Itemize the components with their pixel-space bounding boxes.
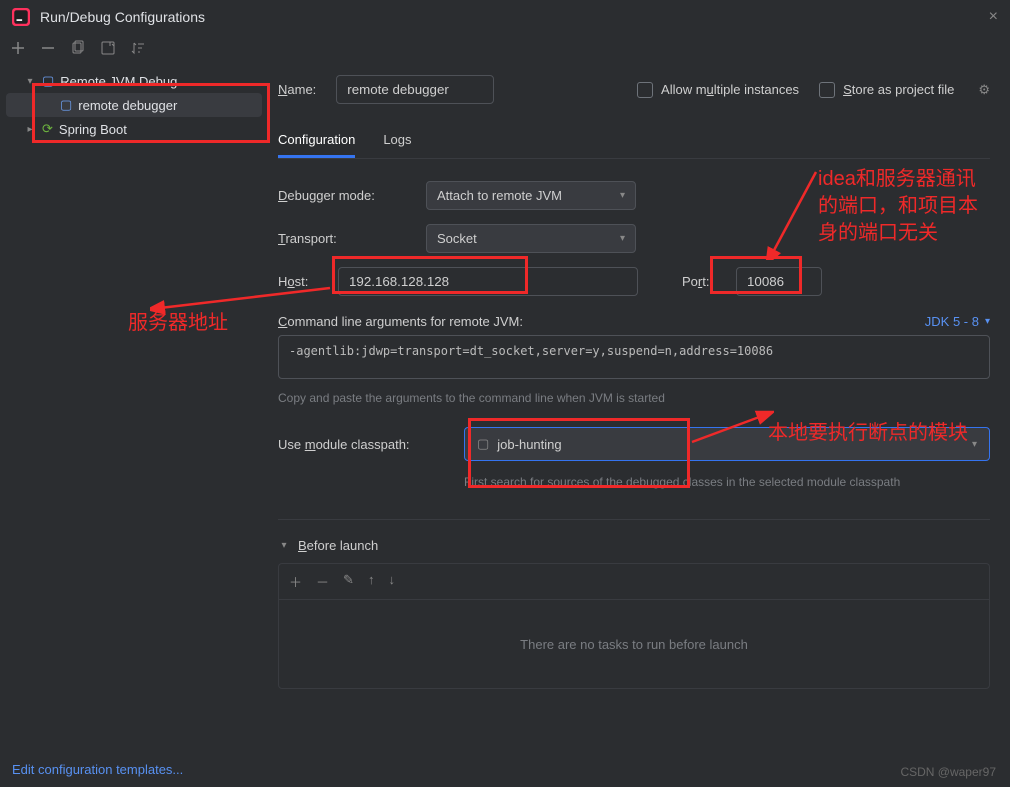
host-input[interactable] — [338, 267, 638, 296]
before-launch-list: There are no tasks to run before launch — [278, 599, 990, 689]
name-input[interactable] — [336, 75, 494, 104]
remote-debug-icon: ▢ — [60, 97, 72, 113]
titlebar: Run/Debug Configurations × — [0, 0, 1010, 34]
spring-icon: ⟳ — [42, 121, 53, 137]
chevron-down-icon: ▾ — [24, 76, 36, 87]
add-icon[interactable] — [10, 40, 26, 59]
window-title: Run/Debug Configurations — [40, 9, 205, 25]
name-label: Name: — [278, 82, 316, 97]
tab-logs[interactable]: Logs — [383, 124, 411, 158]
edit-templates-link[interactable]: Edit configuration templates... — [12, 762, 183, 777]
checkbox-icon — [637, 82, 653, 98]
module-hint: First search for sources of the debugged… — [464, 475, 924, 489]
remote-debug-icon: ▢ — [42, 73, 54, 89]
before-launch-header[interactable]: ▾ Before launch — [278, 538, 990, 553]
checkbox-icon — [819, 82, 835, 98]
folder-icon: ▢ — [477, 436, 489, 452]
chevron-down-icon: ▾ — [620, 233, 625, 244]
port-label: Port: — [682, 274, 722, 289]
tabs: Configuration Logs — [278, 124, 990, 159]
watermark: CSDN @waper97 — [900, 765, 996, 779]
module-classpath-select[interactable]: ▢ job-hunting ▾ — [464, 427, 990, 461]
chevron-down-icon: ▾ — [278, 540, 290, 551]
gear-icon[interactable]: ⚙ — [978, 82, 990, 98]
edit-icon[interactable]: ✎ — [343, 572, 354, 591]
cmdline-hint: Copy and paste the arguments to the comm… — [278, 391, 990, 405]
tree-label: Spring Boot — [59, 122, 127, 137]
tree-label: Remote JVM Debug — [60, 74, 177, 89]
transport-label: Transport: — [278, 231, 410, 246]
copy-icon[interactable] — [70, 40, 86, 59]
before-launch-toolbar: ＋ － ✎ ↑ ↓ — [278, 563, 990, 599]
chevron-right-icon: ▸ — [24, 124, 36, 135]
tree-node-remote-debugger[interactable]: ▢ remote debugger — [6, 93, 262, 117]
chevron-down-icon: ▾ — [972, 439, 977, 450]
close-icon[interactable]: × — [989, 8, 998, 26]
debugger-mode-label: Debugger mode: — [278, 188, 410, 203]
config-content: Name: Allow multiple instances Store as … — [268, 65, 1010, 752]
up-icon[interactable]: ↑ — [368, 572, 375, 591]
intellij-icon — [12, 8, 30, 26]
tab-configuration[interactable]: Configuration — [278, 124, 355, 158]
cmdline-args-box[interactable]: -agentlib:jdwp=transport=dt_socket,serve… — [278, 335, 990, 379]
down-icon[interactable]: ↓ — [388, 572, 395, 591]
before-launch-empty: There are no tasks to run before launch — [520, 637, 748, 652]
chevron-down-icon: ▾ — [620, 190, 625, 201]
port-input[interactable] — [736, 267, 822, 296]
host-label: Host: — [278, 274, 324, 289]
debugger-mode-select[interactable]: Attach to remote JVM ▾ — [426, 181, 636, 210]
chevron-down-icon: ▾ — [985, 316, 990, 327]
tree-node-spring-boot[interactable]: ▸ ⟳ Spring Boot — [6, 117, 262, 141]
jdk-version-link[interactable]: JDK 5 - 8 ▾ — [925, 314, 990, 329]
module-classpath-label: Use module classpath: — [278, 437, 448, 452]
tree-node-remote-jvm[interactable]: ▾ ▢ Remote JVM Debug — [6, 69, 262, 93]
cmdline-label: Command line arguments for remote JVM: — [278, 314, 523, 329]
divider — [278, 519, 990, 520]
tree-label: remote debugger — [78, 98, 177, 113]
save-icon[interactable] — [100, 40, 116, 59]
allow-multiple-checkbox[interactable]: Allow multiple instances — [637, 82, 799, 98]
remove-icon[interactable] — [40, 40, 56, 59]
remove-icon[interactable]: － — [316, 572, 329, 591]
add-icon[interactable]: ＋ — [289, 572, 302, 591]
transport-select[interactable]: Socket ▾ — [426, 224, 636, 253]
sort-icon[interactable] — [130, 40, 146, 59]
config-toolbar — [0, 34, 1010, 65]
config-tree: ▾ ▢ Remote JVM Debug ▢ remote debugger ▸… — [0, 65, 268, 752]
store-as-project-checkbox[interactable]: Store as project file — [819, 82, 954, 98]
